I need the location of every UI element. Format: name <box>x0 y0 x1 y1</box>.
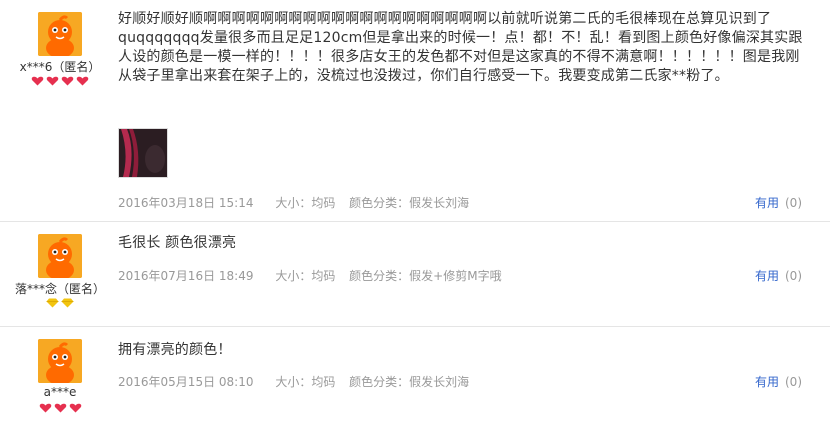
heart-rank-icon <box>69 403 81 413</box>
avatar[interactable] <box>38 234 82 278</box>
heart-rank-icon <box>76 76 89 86</box>
review-meta: 2016年05月15日 08:10 大小：均码 颜色分类：假发长刘海 <box>118 373 487 390</box>
review-meta: 2016年03月18日 15:14 大小：均码 颜色分类：假发长刘海 <box>118 194 487 211</box>
review-text: 好顺好顺好顺啊啊啊啊啊啊啊啊啊啊啊啊啊啊啊啊啊啊啊啊以前就听说第二氏的毛很棒现在… <box>118 11 803 84</box>
heart-rank-icon <box>39 403 51 413</box>
useful-count: (0) <box>785 196 802 210</box>
review-date: 2016年05月15日 08:10 <box>118 375 254 389</box>
avatar[interactable] <box>38 12 82 56</box>
color-label: 颜色分类：假发+修剪M字哦 <box>349 269 502 283</box>
color-label: 颜色分类：假发长刘海 <box>349 375 470 389</box>
avatar-mascot-icon <box>38 339 82 383</box>
review-text: 拥有漂亮的颜色！ <box>118 342 232 358</box>
reviewer-name: x***6（匿名） <box>19 60 101 74</box>
size-label: 大小：均码 <box>275 375 336 389</box>
useful-count: (0) <box>785 375 802 389</box>
useful-vote: 有用 (0) <box>755 194 802 211</box>
review-date: 2016年03月18日 15:14 <box>118 196 254 210</box>
reviewer-name: a***e <box>43 385 77 399</box>
diamond-rank-icon <box>46 298 59 308</box>
avatar-mascot-icon <box>38 234 82 278</box>
useful-vote: 有用 (0) <box>755 373 802 390</box>
useful-vote: 有用 (0) <box>755 267 802 284</box>
review-text: 毛很长 颜色很漂亮 <box>118 235 237 251</box>
useful-button[interactable]: 有用 <box>755 269 779 283</box>
size-label: 大小：均码 <box>275 196 336 210</box>
avatar[interactable] <box>38 339 82 383</box>
useful-button[interactable]: 有用 <box>755 196 779 210</box>
heart-rank-icon <box>46 76 59 86</box>
review-date: 2016年07月16日 18:49 <box>118 269 254 283</box>
diamond-rank-icon <box>61 298 74 308</box>
useful-button[interactable]: 有用 <box>755 375 779 389</box>
review-photo-thumbnail[interactable] <box>118 128 168 178</box>
heart-rank-icon <box>61 76 74 86</box>
buyer-rank <box>0 76 120 86</box>
reviewer-name: 落***念（匿名） <box>14 282 105 296</box>
review-item: 落***念（匿名） 毛很长 颜色很漂亮 2016年07月16日 18:49 大小… <box>0 222 830 327</box>
buyer-rank <box>0 298 120 308</box>
useful-count: (0) <box>785 269 802 283</box>
buyer-rank <box>0 403 120 413</box>
heart-rank-icon <box>54 403 66 413</box>
review-meta: 2016年07月16日 18:49 大小：均码 颜色分类：假发+修剪M字哦 <box>118 267 520 284</box>
heart-rank-icon <box>31 76 44 86</box>
review-photo-icon <box>119 129 167 177</box>
review-item: x***6（匿名） 好顺好顺好顺啊啊啊啊啊啊啊啊啊啊啊啊啊啊啊啊啊啊啊啊以前就听… <box>0 0 830 222</box>
size-label: 大小：均码 <box>275 269 336 283</box>
color-label: 颜色分类：假发长刘海 <box>349 196 470 210</box>
review-item: a***e 拥有漂亮的颜色！ 2016年05月15日 08:10 大小：均码 颜… <box>0 327 830 430</box>
avatar-mascot-icon <box>38 12 82 56</box>
